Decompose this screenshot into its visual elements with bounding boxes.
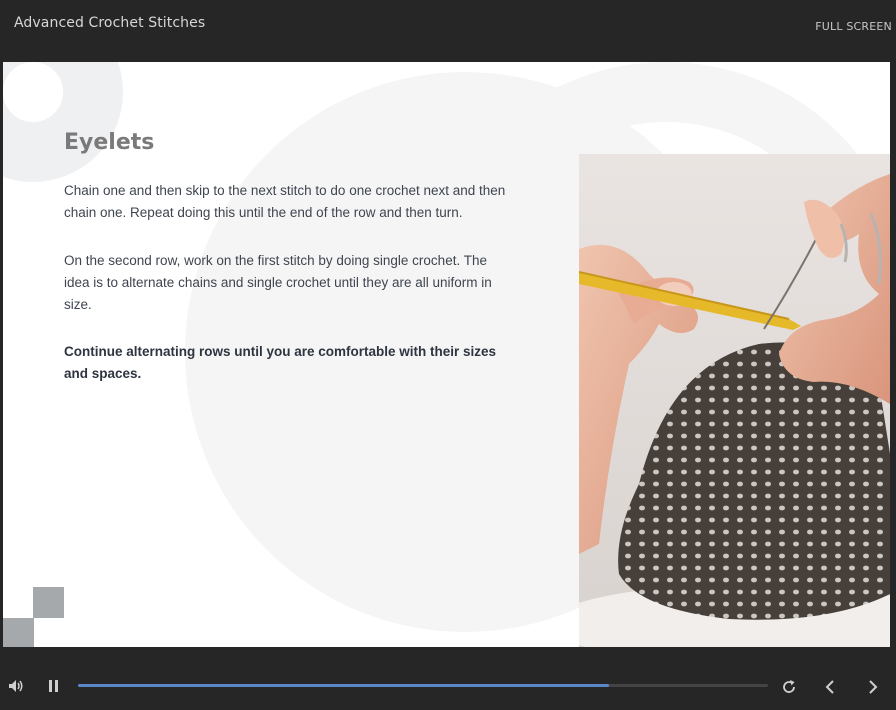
decorative-corner-ring bbox=[3, 62, 123, 182]
top-bar: Advanced Crochet Stitches FULL SCREEN bbox=[0, 0, 896, 62]
replay-icon[interactable] bbox=[778, 676, 800, 698]
pause-icon[interactable] bbox=[44, 676, 64, 696]
course-title: Advanced Crochet Stitches bbox=[14, 15, 206, 31]
chevron-right-icon[interactable] bbox=[862, 676, 884, 698]
slide-paragraph-2: On the second row, work on the first sti… bbox=[64, 253, 492, 312]
progress-bar[interactable] bbox=[78, 684, 768, 687]
decorative-square bbox=[3, 618, 34, 647]
decorative-square bbox=[33, 587, 64, 618]
volume-icon[interactable] bbox=[6, 676, 26, 696]
slide-paragraph-1: Chain one and then skip to the next stit… bbox=[64, 183, 506, 220]
crochet-photo bbox=[579, 154, 890, 647]
progress-fill bbox=[78, 684, 610, 687]
slide-paragraph-3-bold: Continue alternating rows until you are … bbox=[64, 344, 497, 381]
fullscreen-button[interactable]: FULL SCREEN bbox=[815, 20, 892, 33]
chevron-left-icon[interactable] bbox=[819, 676, 841, 698]
player-controls bbox=[0, 662, 896, 710]
slide-canvas: Eyelets Chain one and then skip to the n… bbox=[3, 62, 890, 647]
slide-heading: Eyelets bbox=[64, 130, 155, 155]
